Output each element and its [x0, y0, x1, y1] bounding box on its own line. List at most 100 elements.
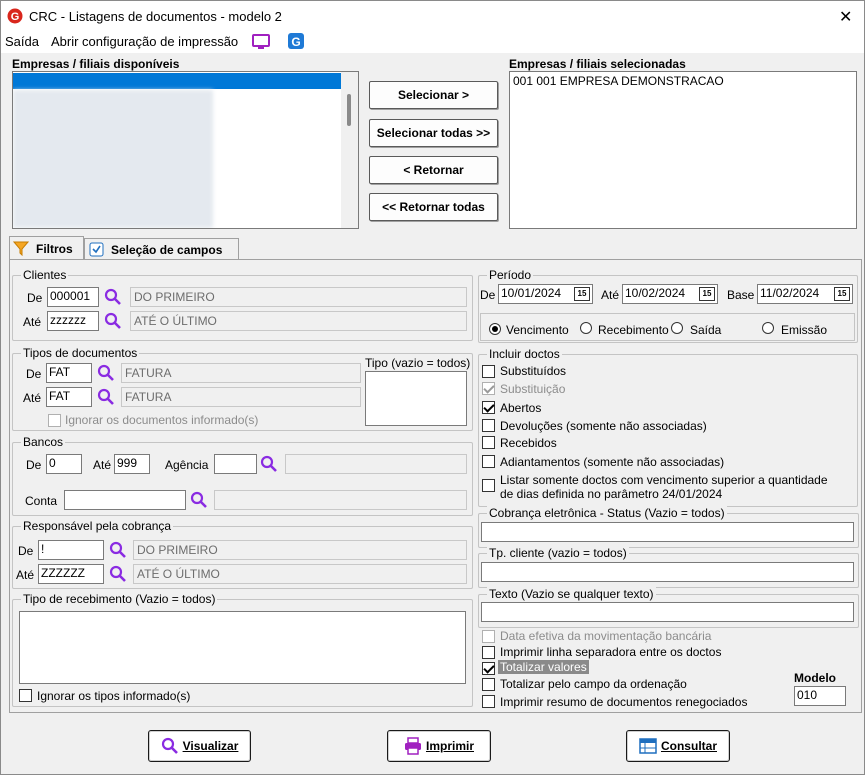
search-icon [161, 737, 178, 754]
available-companies-list[interactable] [12, 71, 359, 229]
radio-saida[interactable] [671, 322, 683, 334]
search-icon[interactable] [104, 288, 122, 306]
doc-to-input[interactable]: FAT [46, 387, 92, 407]
list-due-label-line1: Listar somente doctos com vencimento sup… [500, 473, 828, 487]
banks-to-input[interactable]: 999 [114, 454, 150, 474]
select-all-button[interactable]: Selecionar todas >> [369, 119, 498, 147]
search-icon[interactable] [109, 541, 127, 559]
search-icon[interactable] [190, 491, 208, 509]
tab-filters[interactable]: Filtros [9, 236, 84, 260]
search-icon[interactable] [109, 565, 127, 583]
return-button[interactable]: < Retornar [369, 156, 498, 184]
calendar-icon[interactable]: 15 [699, 287, 715, 301]
banks-from-label: De [26, 458, 42, 472]
clients-to-label: Até [23, 315, 42, 329]
client-type-label: Tp. cliente (vazio = todos) [487, 546, 629, 560]
effective-date-checkbox[interactable] [482, 630, 495, 643]
model-input[interactable]: 010 [794, 686, 846, 706]
selected-companies-list[interactable]: 001 001 EMPRESA DEMONSTRACAO [509, 71, 857, 229]
ignore-docs-label: Ignorar os documentos informado(s) [65, 413, 259, 427]
period-to-input[interactable]: 10/02/2024 15 [622, 284, 718, 304]
title-bar: G CRC - Listagens de documentos - modelo… [1, 1, 864, 31]
svg-text:G: G [291, 35, 300, 49]
agency-label: Agência [165, 458, 209, 472]
ignore-docs-checkbox[interactable] [48, 414, 61, 427]
return-all-button[interactable]: << Retornar todas [369, 193, 498, 221]
selected-companies-label: Empresas / filiais selecionadas [509, 57, 686, 71]
search-icon[interactable] [260, 455, 278, 473]
period-base-label: Base [727, 288, 755, 302]
returns-checkbox[interactable] [482, 419, 495, 432]
selected-row-highlight[interactable] [13, 73, 341, 89]
period-label: Período [487, 268, 534, 282]
totalize-order-checkbox[interactable] [482, 678, 495, 691]
text-filter-input[interactable] [481, 602, 854, 622]
scrollbar-thumb[interactable] [347, 94, 351, 126]
substituted-checkbox[interactable] [482, 365, 495, 378]
advances-checkbox[interactable] [482, 455, 495, 468]
close-button[interactable]: ✕ [839, 7, 852, 27]
menu-bar: Saída Abrir configuração de impressão G [1, 31, 864, 53]
search-icon[interactable] [97, 388, 115, 406]
ignore-receipt-types-checkbox[interactable] [19, 689, 32, 702]
account-input[interactable] [64, 490, 186, 510]
list-due-checkbox[interactable] [482, 479, 495, 492]
totalize-order-label: Totalizar pelo campo da ordenação [500, 677, 687, 691]
radio-vencimento[interactable] [489, 323, 501, 335]
query-button[interactable]: Consultar [626, 730, 730, 762]
view-button[interactable]: Visualizar [148, 730, 251, 762]
select-button[interactable]: Selecionar > [369, 81, 498, 109]
received-checkbox[interactable] [482, 436, 495, 449]
resp-from-input[interactable]: ! [38, 540, 104, 560]
menu-exit[interactable]: Saída [5, 34, 39, 49]
agency-desc [285, 454, 467, 474]
g-help-icon[interactable]: G [287, 32, 305, 50]
print-button[interactable]: Imprimir [387, 730, 491, 762]
model-label: Modelo [794, 671, 836, 685]
separator-checkbox[interactable] [482, 646, 495, 659]
substituted-label: Substituídos [500, 364, 567, 378]
radio-recebimento[interactable] [580, 322, 592, 334]
search-icon[interactable] [97, 364, 115, 382]
doc-type-list[interactable] [365, 371, 467, 426]
received-label: Recebidos [500, 436, 557, 450]
menu-print-config[interactable]: Abrir configuração de impressão [51, 34, 238, 49]
list-due-label-line2: de dias definida no parâmetro 24/01/2024 [500, 487, 723, 501]
doc-from-label: De [26, 367, 42, 381]
calendar-icon[interactable]: 15 [834, 287, 850, 301]
advances-label: Adiantamentos (somente não associadas) [500, 455, 725, 469]
open-checkbox[interactable] [482, 401, 495, 414]
substitution-checkbox[interactable] [482, 382, 495, 395]
list-item[interactable]: 001 001 EMPRESA DEMONSTRACAO [513, 74, 724, 88]
ebilling-input[interactable] [481, 522, 854, 542]
clients-from-label: De [27, 291, 43, 305]
available-companies-label: Empresas / filiais disponíveis [12, 57, 180, 71]
banks-from-input[interactable]: 0 [46, 454, 82, 474]
doc-from-desc: FATURA [121, 363, 361, 383]
banks-to-label: Até [93, 458, 112, 472]
doc-type-label: Tipo (vazio = todos) [365, 356, 471, 370]
substitution-label: Substituição [500, 382, 566, 396]
agency-input[interactable] [214, 454, 257, 474]
list-scrollbar[interactable] [341, 72, 358, 228]
tab-field-selection[interactable]: Seleção de campos [84, 238, 239, 260]
doc-from-input[interactable]: FAT [46, 363, 92, 383]
renegotiated-checkbox[interactable] [482, 695, 495, 708]
resp-to-input[interactable]: ZZZZZZ [38, 564, 104, 584]
radio-emissao[interactable] [762, 322, 774, 334]
account-label: Conta [25, 494, 58, 508]
period-base-input[interactable]: 11/02/2024 15 [757, 284, 853, 304]
calendar-icon[interactable]: 15 [574, 287, 590, 301]
clients-from-input[interactable]: 000001 [47, 287, 99, 307]
printer-icon [404, 737, 421, 755]
client-type-input[interactable] [481, 562, 854, 582]
monitor-icon[interactable] [251, 33, 271, 51]
period-from-input[interactable]: 10/01/2024 15 [498, 284, 593, 304]
open-label: Abertos [500, 401, 542, 415]
receipt-type-list[interactable] [19, 611, 466, 684]
clients-to-input[interactable]: zzzzzz [47, 311, 99, 331]
search-icon[interactable] [104, 312, 122, 330]
clients-label: Clientes [21, 268, 69, 282]
checkbox-tab-icon [89, 242, 104, 257]
totalize-checkbox[interactable] [482, 662, 495, 675]
